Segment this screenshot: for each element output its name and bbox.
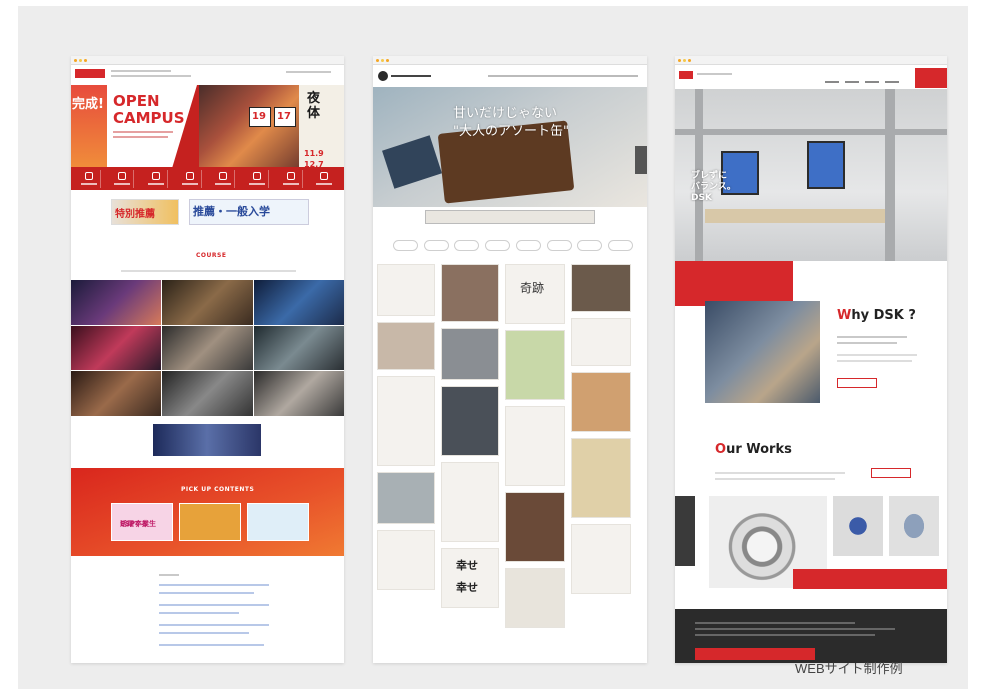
site-logo [75,69,105,78]
article-card[interactable] [505,406,565,486]
gallery-frame: 完成! OPEN CAMPUS 19 17 夜 体 11.9 12.7 特別推薦… [18,6,968,689]
hero-right-title: 夜 体 [307,91,321,121]
article-card[interactable] [441,462,499,542]
promo-banner-right-text: 推薦・一般入学 [193,205,270,218]
pickup-heading: PICK UP CONTENTS [181,486,255,493]
category-tag[interactable] [423,240,449,251]
promo-strip[interactable] [425,210,595,224]
nav-icon-1[interactable] [79,169,101,188]
hero-headline: ブレずに バランス。 DSK [691,171,736,203]
website-example-confectionery[interactable]: 甘いだけじゃない "大人のアソート缶" 奇跡 幸せ 幸せ [373,56,647,663]
article-card[interactable] [571,372,631,432]
article-card[interactable] [441,328,499,380]
article-card[interactable] [505,568,565,628]
article-card[interactable]: 幸せ 幸せ [441,548,499,608]
site-header [675,65,947,89]
product-image[interactable] [833,496,883,556]
hero-title: OPEN CAMPUS [113,92,185,127]
article-card[interactable] [377,530,435,590]
category-tag[interactable] [546,240,572,251]
pickup-card[interactable]: 活躍する ESP卒業生 [111,503,173,541]
category-tag[interactable] [393,240,418,251]
contact-button[interactable] [915,68,947,88]
nav-icon-3[interactable] [146,169,169,188]
works-list-button[interactable] [793,569,947,589]
course-photo[interactable] [71,371,162,416]
article-card[interactable]: 奇跡 [505,264,565,324]
nav-icon-8[interactable] [314,170,336,188]
category-tag[interactable] [607,240,633,251]
date-badge: 17 [274,107,296,127]
course-photo[interactable] [162,371,253,416]
article-card[interactable] [377,322,435,370]
course-photo[interactable] [71,325,162,371]
works-more-button[interactable] [871,468,911,478]
course-photo[interactable] [253,371,344,416]
category-tag[interactable] [454,240,480,251]
article-card[interactable] [571,524,631,594]
date-badge: 19 [249,107,271,127]
category-tag[interactable] [515,240,541,251]
course-photo[interactable] [253,280,344,325]
article-card[interactable] [571,264,631,312]
article-card[interactable] [377,472,435,524]
why-heading: Why DSK ? [837,308,916,323]
site-logo [679,71,693,79]
product-image[interactable] [675,496,695,566]
nav-icon-4[interactable] [180,169,202,188]
caption: WEBサイト制作例 [795,661,903,676]
hero-left-text: 完成! [72,97,104,112]
article-card[interactable] [377,264,435,316]
machine-part [807,141,845,189]
factory-photo [705,301,820,403]
course-photo[interactable] [71,280,162,325]
article-card[interactable] [441,264,499,322]
quick-nav-bar [71,167,344,190]
product-image[interactable] [889,496,939,556]
article-card[interactable] [441,386,499,456]
browser-bar [373,56,647,65]
category-tag[interactable] [485,240,511,251]
article-card[interactable] [505,492,565,562]
hero-headline: 甘いだけじゃない "大人のアソート缶" [453,106,569,139]
article-card[interactable] [571,318,631,366]
pickup-card[interactable] [179,503,241,541]
article-card[interactable] [571,438,631,518]
course-photo-grid [71,280,344,416]
course-photo[interactable] [253,325,344,371]
works-heading: Our Works [715,442,792,457]
website-example-school[interactable]: 完成! OPEN CAMPUS 19 17 夜 体 11.9 12.7 特別推薦… [71,56,344,663]
nav-icon-5[interactable] [213,169,236,188]
category-tag[interactable] [577,240,603,251]
article-card[interactable] [505,330,565,400]
nav-icon-7[interactable] [281,169,303,188]
pickup-card[interactable] [247,503,309,541]
browser-bar [675,56,947,65]
article-card[interactable] [377,376,435,466]
nav-icon-2[interactable] [112,169,135,188]
course-photo[interactable] [162,280,253,325]
feature-banner[interactable] [153,424,261,456]
side-tab[interactable] [635,146,647,174]
category-tags [393,240,633,254]
article-masonry: 奇跡 幸せ 幸せ [377,264,643,663]
nav-icon-6[interactable] [247,169,269,188]
course-heading: COURSE [196,252,227,259]
website-example-manufacturer[interactable]: ブレずに バランス。 DSK Why DSK ? Our Works [675,56,947,663]
why-more-button[interactable] [837,378,877,388]
course-photo[interactable] [162,325,253,371]
site-logo [378,71,388,81]
promo-banner-left-text: 特別推薦 [115,209,155,220]
browser-bar [71,56,344,65]
